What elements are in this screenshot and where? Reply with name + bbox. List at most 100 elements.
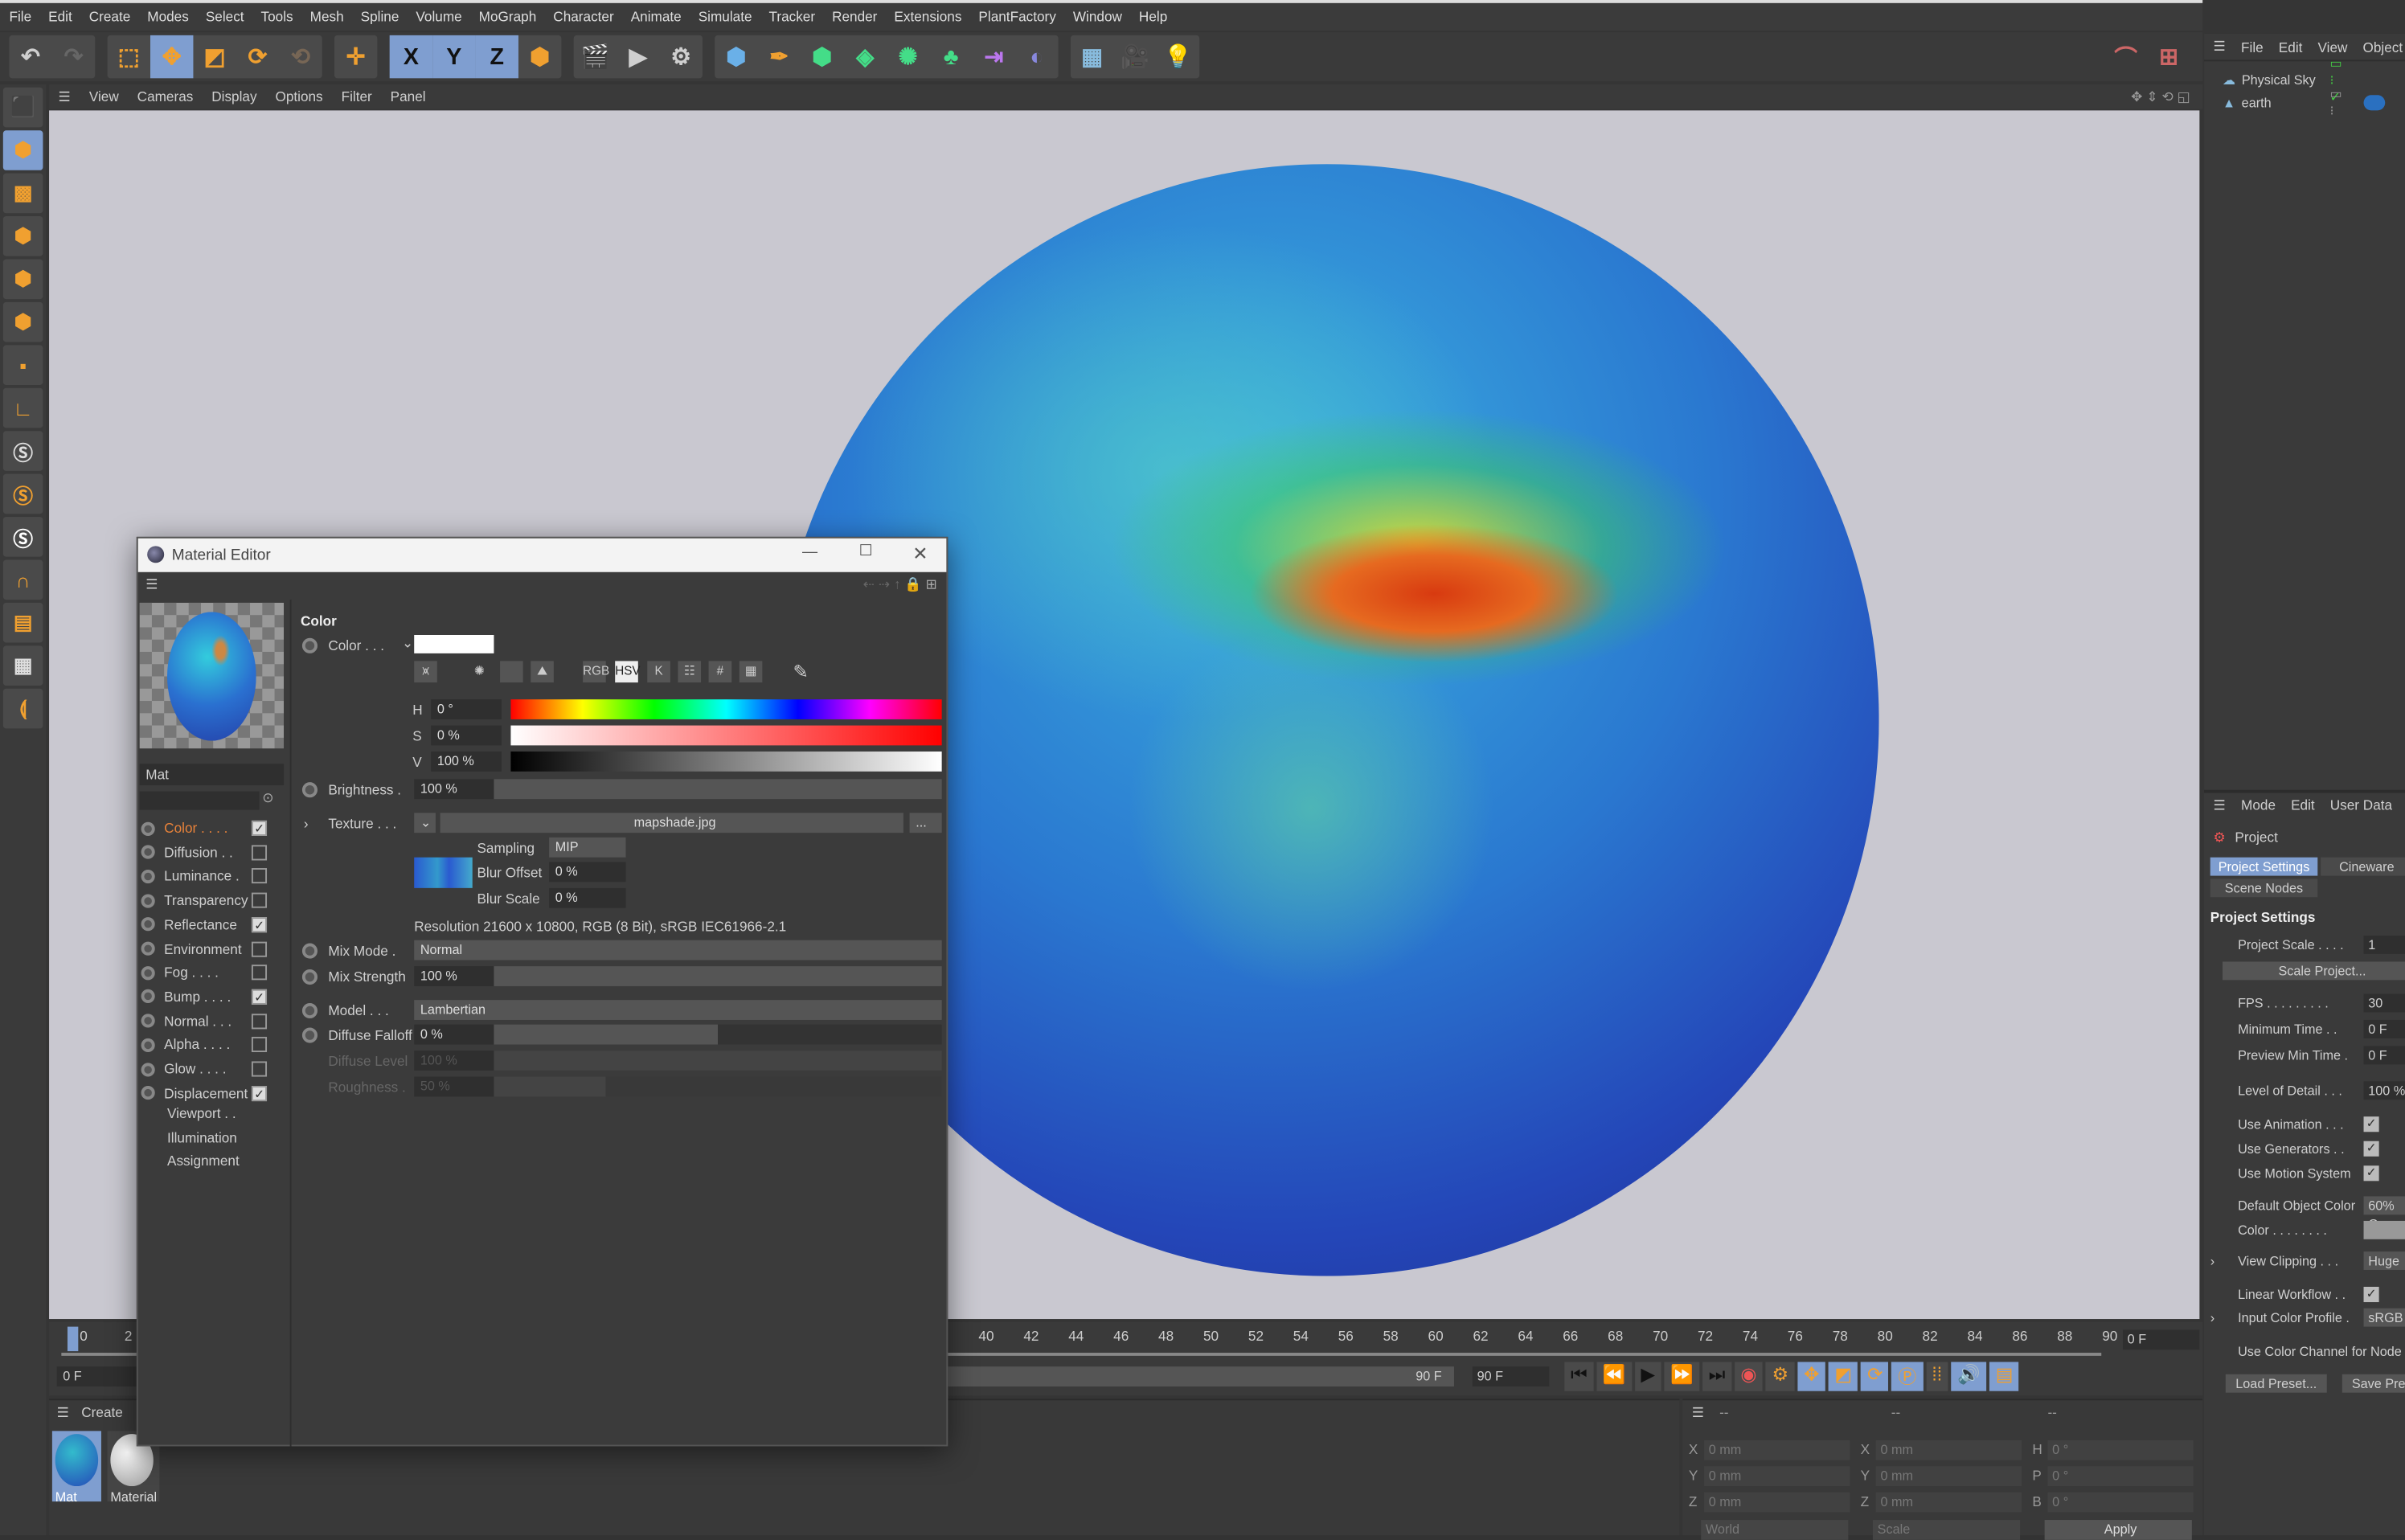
channel-checkbox[interactable] [251, 1037, 268, 1053]
swatches-icon[interactable]: ▦ [739, 661, 763, 683]
pos-x-field[interactable]: 0 mm [1704, 1440, 1850, 1460]
menu-volume[interactable]: Volume [416, 9, 461, 24]
cube-icon[interactable]: ⬢ [715, 35, 757, 78]
viewport-nav-icons[interactable]: ✥ ⇕ ⟲ ◱ [2131, 88, 2190, 105]
menu-render[interactable]: Render [832, 9, 877, 24]
diffuse-level-field[interactable]: 100 % [414, 1051, 494, 1071]
scale-project-button[interactable]: Scale Project... [2222, 961, 2405, 981]
chevron-down-icon[interactable]: ⌄ [402, 635, 413, 652]
use-animation-checkbox[interactable]: ✓ [2363, 1116, 2379, 1132]
diffuse-falloff-field[interactable]: 0 % [414, 1024, 494, 1045]
pos-z-field[interactable]: 0 mm [1704, 1492, 1850, 1513]
texture-thumbnail[interactable] [414, 857, 473, 888]
expand-icon[interactable]: › [2210, 1310, 2214, 1325]
channel-checkbox[interactable] [251, 892, 268, 908]
default-object-color-dropdown[interactable]: 60% Gray [2363, 1196, 2405, 1231]
expand-icon[interactable]: › [2210, 1253, 2214, 1268]
channel-checkbox[interactable] [251, 940, 268, 956]
color-swatch[interactable] [2363, 1220, 2405, 1239]
key-scale-icon[interactable]: ◩ [1828, 1362, 1858, 1391]
editor-page-viewport[interactable]: Viewport . . [167, 1106, 236, 1121]
hsv-mode-button[interactable]: HSV [615, 661, 641, 683]
hamburger-icon[interactable]: ☰ [145, 576, 158, 593]
menu-plantfactory[interactable]: PlantFactory [978, 9, 1055, 24]
go-to-end-icon[interactable]: ⏭ [1702, 1362, 1731, 1391]
cloner-icon[interactable]: ✺ [887, 35, 929, 78]
load-preset-button[interactable]: Load Preset... [2225, 1374, 2327, 1393]
edges-mode-icon[interactable]: ⬢ [2, 259, 43, 300]
material-mat[interactable]: Mat [51, 1431, 101, 1505]
channel-reflectance[interactable]: Reflectance ✓ [141, 914, 289, 936]
points-mode-icon[interactable]: ⬢ [2, 216, 43, 256]
channel-environment[interactable]: Environment [141, 938, 289, 960]
texture-file-field[interactable]: mapshade.jpg [440, 813, 903, 833]
rgb-mode-button[interactable]: RGB [583, 661, 609, 683]
material-preview[interactable] [139, 602, 285, 749]
tweak-icon[interactable]: ⟬ [2, 688, 43, 729]
channel-displacement[interactable]: Displacement ✓ [141, 1083, 289, 1104]
image-picker-icon[interactable]: ⛰ [531, 661, 554, 683]
menu-mograph[interactable]: MoGraph [479, 9, 537, 24]
channel-fog[interactable]: Fog . . . . [141, 962, 289, 984]
diffuse-falloff-slider[interactable] [494, 1024, 942, 1045]
channel-radio[interactable] [141, 917, 155, 932]
blur-offset-field[interactable]: 0 % [549, 862, 626, 883]
camera-icon[interactable]: 🎥 [1113, 35, 1156, 78]
channel-bump[interactable]: Bump . . . . ✓ [141, 986, 289, 1008]
channel-checkbox[interactable]: ✓ [251, 989, 268, 1005]
scale-tool-icon[interactable]: ◩ [193, 35, 236, 78]
channel-radio[interactable] [141, 869, 155, 883]
view-clipping-dropdown[interactable]: Huge [2363, 1251, 2405, 1270]
grid-icon[interactable]: ▤ [2, 602, 43, 643]
maximize-icon[interactable]: ☐ [859, 543, 873, 560]
channel-checkbox[interactable] [251, 965, 268, 981]
animate-radio[interactable] [301, 969, 318, 985]
om-menu-object[interactable]: Object [2363, 39, 2403, 55]
channel-radio[interactable] [141, 1014, 155, 1028]
deformer-icon[interactable]: ⇥ [973, 35, 1015, 78]
kelvin-mode-button[interactable]: K [647, 661, 670, 683]
field-icon[interactable]: ◐ [1015, 35, 1058, 78]
eyedropper-icon[interactable]: ✎ [793, 661, 809, 682]
solo-icon[interactable]: Ⓢ [2, 431, 43, 471]
mix-mode-dropdown[interactable]: Normal [414, 940, 942, 960]
next-key-icon[interactable]: ⏩ [1664, 1362, 1700, 1391]
channel-radio[interactable] [141, 989, 155, 1004]
material-filter-dropdown[interactable] [139, 791, 260, 810]
material-name-field[interactable]: Mat [139, 764, 285, 785]
rot-p-field[interactable]: 0 ° [2047, 1466, 2194, 1487]
color-picker-collapse-icon[interactable]: ⩙ [414, 661, 437, 683]
channel-radio[interactable] [141, 1062, 155, 1076]
spectrum-icon[interactable] [500, 661, 523, 683]
channel-radio[interactable] [141, 1086, 155, 1100]
menu-create[interactable]: Create [89, 9, 131, 24]
channel-checkbox[interactable] [251, 868, 268, 884]
minimize-icon[interactable]: — [802, 544, 817, 561]
record-icon[interactable]: ◉ [1734, 1362, 1763, 1391]
menu-select[interactable]: Select [206, 9, 244, 24]
undo-icon[interactable]: ↶ [9, 35, 51, 78]
mm-menu-create[interactable]: Create [81, 1405, 123, 1422]
key-rotation-icon[interactable]: ⟳ [1861, 1362, 1889, 1391]
hex-mode-button[interactable]: # [708, 661, 732, 683]
color-swatch[interactable] [414, 634, 494, 653]
viewport-menu-options[interactable]: Options [275, 89, 322, 104]
model-dropdown[interactable]: Lambertian [414, 1000, 942, 1020]
mograph-icon[interactable]: ♣ [929, 35, 972, 78]
hamburger-icon[interactable]: ☰ [59, 88, 71, 105]
menu-modes[interactable]: Modes [147, 9, 189, 24]
solo-off-icon[interactable]: Ⓢ [2, 517, 43, 557]
extrude-icon[interactable]: ◈ [844, 35, 887, 78]
texture-dropdown-icon[interactable]: ⌄ [414, 813, 436, 833]
snap-grid-icon[interactable]: ▦ [2, 645, 43, 686]
animate-radio[interactable] [301, 782, 318, 798]
value-field[interactable]: 100 % [431, 752, 502, 772]
expand-icon[interactable]: › [304, 816, 309, 831]
solo-hierarchy-icon[interactable]: Ⓢ [2, 473, 43, 514]
roughness-field[interactable]: 50 % [414, 1076, 494, 1097]
save-preset-button[interactable]: Save Preset... [2341, 1374, 2405, 1393]
size-x-field[interactable]: 0 mm [1875, 1440, 2022, 1460]
animate-radio[interactable] [301, 1002, 318, 1019]
channel-normal[interactable]: Normal . . . [141, 1010, 289, 1032]
coordinate-system-icon[interactable]: ⬢ [518, 35, 561, 78]
